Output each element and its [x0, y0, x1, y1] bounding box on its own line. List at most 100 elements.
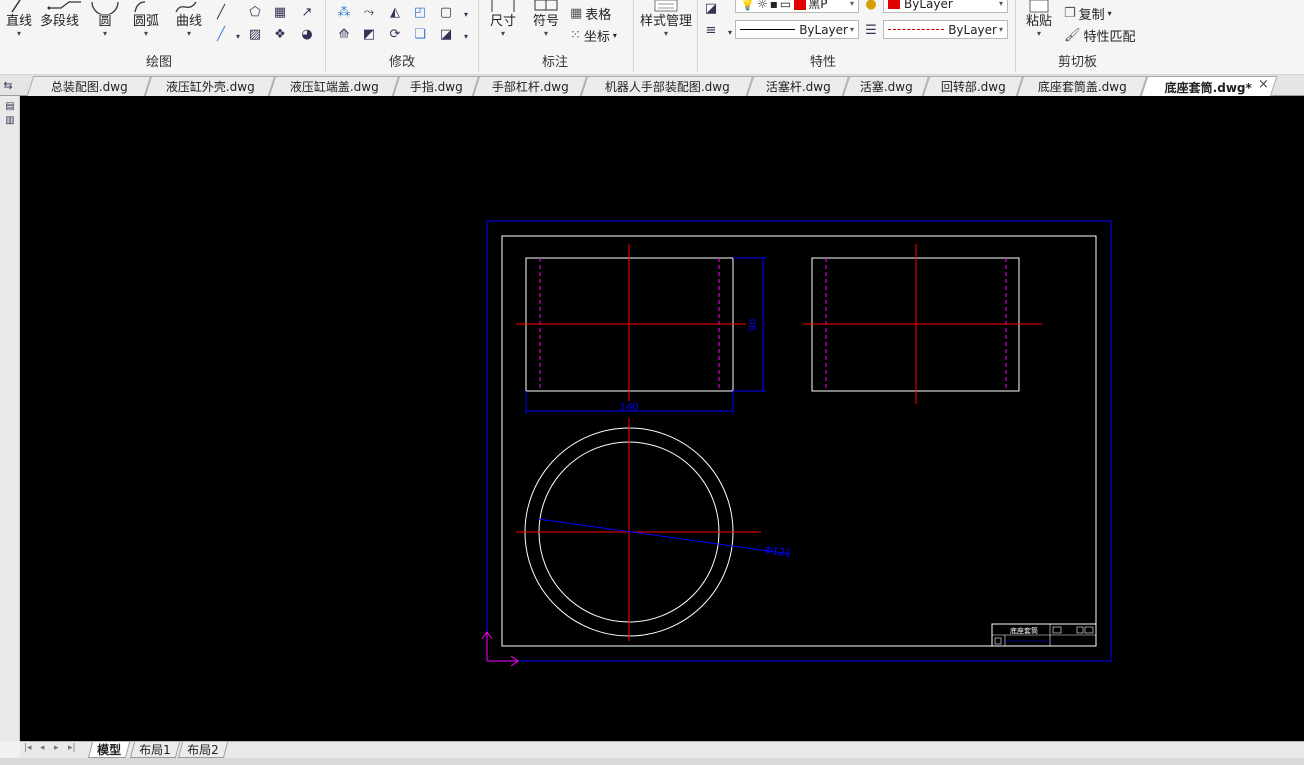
tab-layout1[interactable]: 布局1: [129, 742, 180, 758]
line-button[interactable]: 直线 ▾: [4, 0, 34, 38]
document-tab-bar: ⇆ 总装配图.dwg 液压缸外壳.dwg 液压缸端盖.dwg 手指.dwg 手部…: [0, 75, 1304, 97]
tab-document[interactable]: 机器人手部装配图.dwg: [580, 76, 754, 96]
wipeout-icon[interactable]: ◕: [299, 26, 315, 42]
table-button[interactable]: ▦ 表格: [570, 4, 611, 23]
explode-icon[interactable]: ◪: [438, 26, 454, 42]
tab-document[interactable]: 液压缸端盖.dwg: [268, 76, 400, 96]
line-icon: [4, 0, 34, 14]
layer-state-combo[interactable]: 💡 ☼ ▪ ▭ 黑P ▾: [735, 0, 859, 13]
paste-icon: [1024, 0, 1054, 14]
match-properties-button[interactable]: 🖌 特性匹配: [1064, 26, 1136, 45]
style-manage-button[interactable]: 样式管理 ▾: [640, 0, 692, 38]
dashdot-line-sample: [888, 29, 945, 30]
dim-line-diameter: [537, 518, 791, 555]
tab-document[interactable]: 回转部.dwg: [922, 76, 1024, 96]
prev-layout-icon[interactable]: ◂: [40, 743, 45, 753]
printer-icon: ▭: [779, 0, 792, 11]
table-icon: ▦: [570, 6, 583, 21]
next-layout-icon[interactable]: ▸: [54, 743, 59, 753]
tab-document[interactable]: 底座套筒盖.dwg: [1016, 76, 1148, 96]
hatch-icon[interactable]: ▨: [247, 26, 263, 42]
brush-icon: 🖌: [1064, 28, 1081, 43]
linetype-combo[interactable]: ByLayer ▾: [735, 20, 859, 39]
arc-icon: [131, 0, 161, 14]
copy-icon: ❐: [1064, 6, 1076, 21]
title-block-cell: [1052, 626, 1062, 634]
symbol-icon: [531, 0, 561, 14]
tab-document-active[interactable]: 底座套筒.dwg*: [1140, 76, 1278, 97]
offset-icon[interactable]: ⟰: [336, 26, 352, 42]
dimension-icon: [488, 0, 518, 14]
rotate-icon[interactable]: ⟳: [387, 26, 403, 42]
trim-icon[interactable]: ⤳: [361, 4, 377, 20]
color-combo[interactable]: ByLayer ▾: [883, 0, 1008, 13]
close-tab-icon[interactable]: ×: [1258, 77, 1269, 92]
tab-document[interactable]: 总装配图.dwg: [26, 76, 152, 96]
lineweight-combo[interactable]: ByLayer ▾: [883, 20, 1008, 39]
title-block-cell: [994, 637, 1002, 645]
tab-layout2[interactable]: 布局2: [177, 742, 228, 758]
dropdown-arrow-icon[interactable]: ▾: [230, 28, 246, 44]
color-swatch-red: [888, 0, 900, 9]
copy-button[interactable]: ❐ 复制 ▾: [1064, 4, 1112, 23]
style-manage-icon: [651, 0, 681, 14]
first-layout-icon[interactable]: |◂: [24, 743, 32, 753]
sun-icon: ☼: [756, 0, 768, 11]
tab-document[interactable]: 手指.dwg: [392, 76, 480, 96]
drawing-border: [501, 235, 1097, 647]
drawing-canvas[interactable]: 90 140 Φ121 底座套筒: [20, 96, 1304, 741]
curve-button[interactable]: 曲线 ▾: [174, 0, 204, 38]
coordinate-button[interactable]: ⁙ 坐标 ▾: [570, 26, 617, 45]
ribbon: 直线 ▾ 多段线 圆 ▾ 圆弧 ▾ 曲线 ▾ ╱ ╱ ▾ ⬠ ▦ ↗ ▨ ❖ ◕…: [0, 0, 1304, 75]
point-icon[interactable]: ↗: [299, 4, 315, 20]
tab-document[interactable]: 活塞杆.dwg: [746, 76, 850, 96]
block-icon[interactable]: ▦: [272, 4, 288, 20]
title-block-cell: [1076, 626, 1084, 634]
construction-line-icon[interactable]: ╱: [213, 4, 229, 20]
circle-button[interactable]: 圆 ▾: [90, 0, 120, 38]
tab-model[interactable]: 模型: [87, 742, 131, 758]
region-icon[interactable]: ⬠: [247, 4, 263, 20]
title-block-cell: [1084, 626, 1094, 634]
color-swatch-red: [794, 0, 807, 10]
tab-menu-icon[interactable]: ⇆: [0, 77, 16, 93]
dropdown-arrow-icon[interactable]: ▾: [458, 6, 474, 22]
last-layout-icon[interactable]: ▸|: [68, 743, 76, 753]
stretch-icon[interactable]: ◩: [361, 26, 377, 42]
lineweight-list-icon[interactable]: ≡: [703, 22, 719, 38]
circle-icon: [90, 0, 120, 16]
paste-button[interactable]: 粘贴 ▾: [1024, 0, 1054, 38]
status-bar: [0, 758, 1304, 765]
lightbulb-icon: 💡: [740, 0, 755, 11]
mirror-icon[interactable]: ◭: [387, 4, 403, 20]
boundary-icon[interactable]: ❖: [272, 26, 288, 42]
ray-icon[interactable]: ╱: [213, 26, 229, 42]
layer-icon[interactable]: ◪: [703, 0, 719, 16]
print-frame: [486, 220, 1112, 662]
dim-height-text: 90: [748, 319, 759, 332]
dim-width-text: 140: [619, 402, 638, 413]
dropdown-arrow-icon[interactable]: ▾: [458, 28, 474, 44]
lock-icon: ▪: [769, 0, 778, 11]
polyline-icon: [45, 0, 81, 14]
rectangle-icon[interactable]: ▢: [438, 4, 454, 20]
continuous-line-sample: [740, 29, 796, 30]
lineweight-icon[interactable]: ☰: [863, 22, 879, 38]
coordinate-icon: ⁙: [570, 28, 581, 43]
left-dock-strip: ▤ ▥: [0, 96, 20, 741]
array-icon[interactable]: ❏: [412, 26, 428, 42]
scale-icon[interactable]: ◰: [412, 4, 428, 20]
palette-icon[interactable]: ▥: [2, 112, 18, 128]
layout-tab-bar: |◂ ◂ ▸ ▸| 模型 布局1 布局2: [20, 741, 1304, 758]
color-wheel-icon[interactable]: ●: [863, 0, 879, 12]
tab-document[interactable]: 活塞.dwg: [842, 76, 930, 96]
symbol-button[interactable]: 符号 ▾: [531, 0, 561, 38]
move-icon[interactable]: ⁂: [336, 4, 352, 20]
curve-icon: [174, 0, 204, 14]
tab-document[interactable]: 液压缸外壳.dwg: [144, 76, 276, 96]
drawing-svg: 90 140 Φ121 底座套筒: [481, 220, 1112, 667]
dimension-button[interactable]: 尺寸 ▾: [488, 0, 518, 38]
polyline-button[interactable]: 多段线: [40, 0, 81, 30]
tab-document[interactable]: 手部杠杆.dwg: [472, 76, 588, 96]
arc-button[interactable]: 圆弧 ▾: [131, 0, 161, 38]
